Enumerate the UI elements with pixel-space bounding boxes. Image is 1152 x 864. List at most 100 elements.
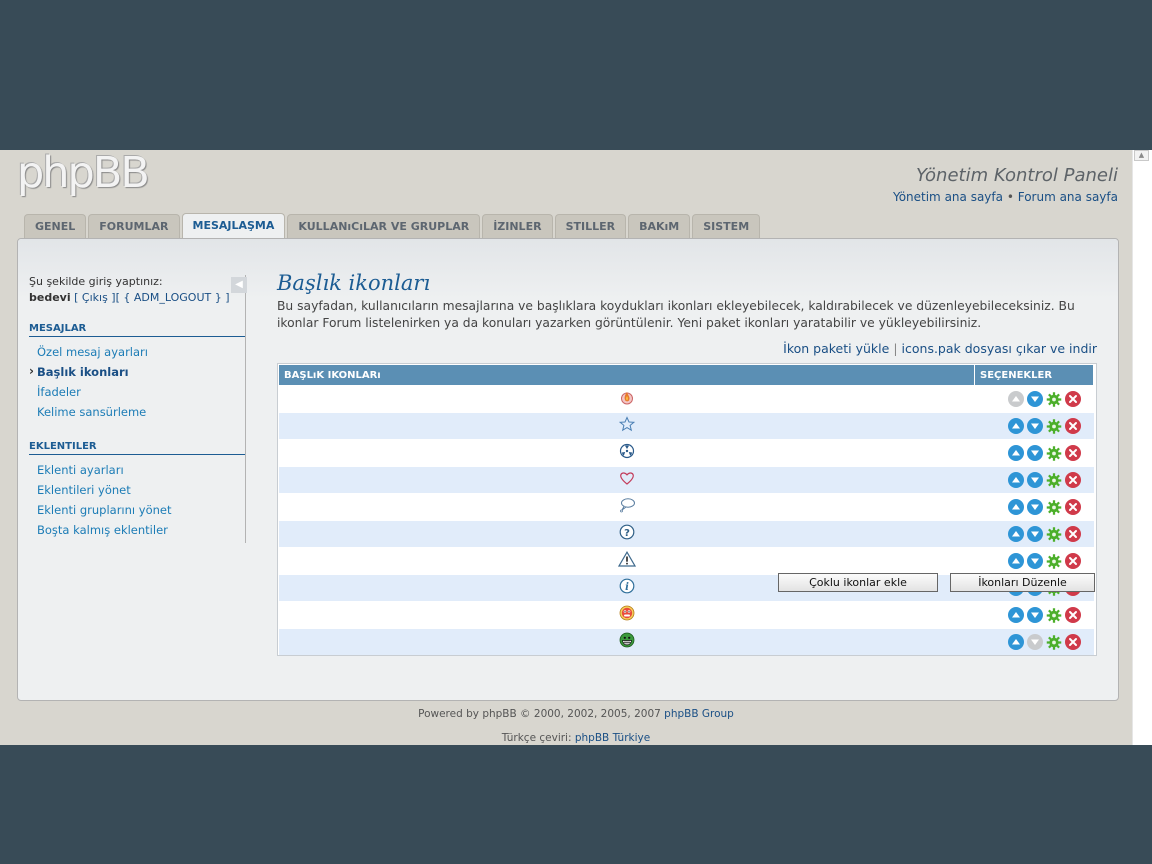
delete-icon[interactable] [1064, 445, 1081, 461]
delete-icon[interactable] [1064, 526, 1081, 542]
arrow-left-icon[interactable]: ◀ [231, 277, 247, 293]
table-row [278, 547, 1094, 575]
move-up-icon[interactable] [1007, 472, 1024, 488]
acp-window: ▲ phpBB Yönetim Kontrol Paneli Yönetim a… [0, 150, 1152, 745]
warning-icon [617, 551, 636, 571]
footer-translation-text: Türkçe çeviri: [501, 732, 572, 744]
move-down-icon[interactable] [1026, 553, 1043, 569]
tab-general[interactable]: GENEL [24, 214, 87, 239]
column-header-options: SEÇENEKLER [974, 364, 1094, 386]
row-actions [975, 472, 1094, 488]
scroll-up-icon[interactable]: ▲ [1134, 150, 1149, 161]
sidebar-section-messages: MESAJLAR [29, 323, 245, 337]
main-content: Başlık ikonları Bu sayfadan, kullanıcıla… [277, 271, 1097, 656]
edit-gear-icon[interactable] [1046, 418, 1062, 434]
sidebar-section-attachments: EKLENTILER [29, 441, 245, 455]
move-down-icon[interactable] [1026, 445, 1043, 461]
login-line: bedevi [ Çıkış ][ { ADM_LOGOUT } ] [29, 291, 245, 304]
icon-cell [278, 466, 975, 494]
move-up-icon[interactable] [1007, 418, 1024, 434]
table-row [278, 385, 1094, 413]
edit-gear-icon[interactable] [1046, 445, 1062, 461]
export-pack-link[interactable]: icons.pak dosyası çıkar ve indir [902, 341, 1097, 356]
delete-icon[interactable] [1064, 607, 1081, 623]
delete-icon[interactable] [1064, 553, 1081, 569]
delete-icon[interactable] [1064, 634, 1081, 650]
tab-maintenance[interactable]: BAKıM [628, 214, 691, 239]
edit-gear-icon[interactable] [1046, 391, 1062, 407]
move-down-icon[interactable] [1026, 526, 1043, 542]
row-actions [975, 391, 1094, 407]
sidebar-item-word-censor[interactable]: Kelime sansürleme [29, 402, 245, 422]
sidebar-item-pm-settings[interactable]: Özel mesaj ayarları [29, 342, 245, 362]
phpbb-turkiye-link[interactable]: phpBB Türkiye [575, 732, 650, 744]
fire-icon [620, 389, 634, 409]
sidebar-item-manage-extension-groups[interactable]: Eklenti gruplarını yönet [29, 500, 245, 520]
sidebar-item-orphan-attachments[interactable]: Boşta kalmış eklentiler [29, 520, 245, 540]
table-row [278, 493, 1094, 521]
add-multiple-icons-button[interactable]: Çoklu ikonlar ekle [778, 573, 938, 592]
options-cell [974, 439, 1094, 467]
delete-icon[interactable] [1064, 391, 1081, 407]
edit-gear-icon[interactable] [1046, 607, 1062, 623]
edit-gear-icon[interactable] [1046, 553, 1062, 569]
edit-gear-icon[interactable] [1046, 499, 1062, 515]
icon-cell: ? [278, 520, 975, 548]
forum-home-link[interactable]: Forum ana sayfa [1018, 190, 1118, 204]
upload-pack-link[interactable]: İkon paketi yükle [783, 341, 889, 356]
delete-icon[interactable] [1064, 418, 1081, 434]
edit-gear-icon[interactable] [1046, 526, 1062, 542]
options-cell [974, 412, 1094, 440]
scrollbar[interactable]: ▲ [1132, 150, 1152, 745]
logout-link[interactable]: [ Çıkış ][ { ADM_LOGOUT } ] [74, 291, 229, 304]
tab-posting[interactable]: MESAJLAŞMA [181, 213, 286, 240]
row-actions [975, 418, 1094, 434]
tab-styles[interactable]: STILLER [554, 214, 627, 239]
move-up-icon[interactable] [1007, 553, 1024, 569]
edit-gear-icon[interactable] [1046, 472, 1062, 488]
sidebar-item-smilies[interactable]: İfadeler [29, 382, 245, 402]
icon-cell [278, 547, 975, 575]
move-up-icon[interactable] [1007, 634, 1024, 650]
delete-icon[interactable] [1064, 499, 1081, 515]
icon-cell [278, 601, 975, 629]
move-up-icon[interactable] [1007, 526, 1024, 542]
options-cell [974, 466, 1094, 494]
sidebar-list-attachments: Eklenti ayarları Eklentileri yönet Eklen… [29, 460, 245, 540]
move-up-icon[interactable] [1007, 607, 1024, 623]
info-icon: i [619, 578, 635, 598]
options-cell [974, 547, 1094, 575]
tab-forums[interactable]: FORUMLAR [88, 214, 180, 239]
phpbb-group-link[interactable]: phpBB Group [664, 708, 734, 720]
delete-icon[interactable] [1064, 472, 1081, 488]
options-cell [974, 601, 1094, 629]
move-down-icon[interactable] [1026, 472, 1043, 488]
svg-text:i: i [625, 582, 629, 593]
radioactive-icon [619, 443, 635, 463]
admin-home-link[interactable]: Yönetim ana sayfa [893, 190, 1003, 204]
icon-cell [278, 493, 975, 521]
sidebar-item-attachment-settings[interactable]: Eklenti ayarları [29, 460, 245, 480]
star-icon [618, 416, 635, 436]
move-down-icon[interactable] [1026, 391, 1043, 407]
table-row [278, 628, 1094, 655]
footer-powered: Powered by phpBB © 2000, 2002, 2005, 200… [0, 708, 1152, 720]
tab-permissions[interactable]: İZINLER [482, 214, 553, 239]
edit-icons-button[interactable]: İkonları Düzenle [950, 573, 1095, 592]
tab-system[interactable]: SISTEM [692, 214, 761, 239]
tab-users-groups[interactable]: KULLANıCıLAR VE GRUPLAR [287, 214, 481, 239]
move-down-icon[interactable] [1026, 607, 1043, 623]
button-bar: Çoklu ikonlar ekle İkonları Düzenle [778, 573, 1095, 592]
footer-translation: Türkçe çeviri: phpBB Türkiye [0, 732, 1152, 744]
move-up-icon[interactable] [1007, 445, 1024, 461]
options-cell [974, 628, 1094, 655]
edit-gear-icon[interactable] [1046, 634, 1062, 650]
move-down-icon[interactable] [1026, 499, 1043, 515]
move-up-icon [1007, 391, 1024, 407]
sidebar-item-manage-extensions[interactable]: Eklentileri yönet [29, 480, 245, 500]
move-up-icon[interactable] [1007, 499, 1024, 515]
move-down-icon[interactable] [1026, 418, 1043, 434]
table-row [278, 466, 1094, 494]
options-cell [974, 385, 1094, 413]
sidebar-item-topic-icons[interactable]: Başlık ikonları [29, 361, 245, 382]
